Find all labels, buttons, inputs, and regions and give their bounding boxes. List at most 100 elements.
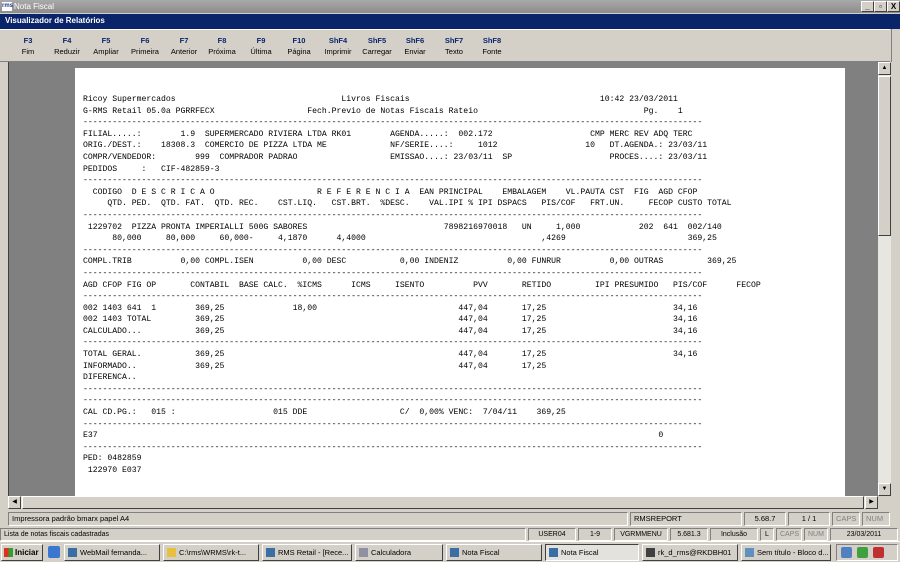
network-icon[interactable] (841, 547, 852, 558)
version-status: 5.681.3 (670, 528, 708, 541)
report-line: E37 0 (83, 431, 664, 441)
previous-page-button[interactable]: F7 Anterior (166, 36, 202, 58)
load-button[interactable]: ShF5 Carregar (359, 36, 395, 58)
report-line: CAL CD.PG.: 015 : 015 DDE C/ 0,00% VENC:… (83, 408, 566, 418)
scroll-up-icon[interactable]: ▲ (878, 62, 891, 75)
button-label: Reduzir (54, 47, 80, 56)
code-status: 1-9 (578, 528, 612, 541)
report-line: FILIAL.....: 1.9 SUPERMERCADO RIVIERA LT… (83, 129, 693, 139)
report-line: ----------------------------------------… (83, 384, 703, 394)
report-line: ----------------------------------------… (83, 419, 703, 429)
first-page-button[interactable]: F6 Primeira (127, 36, 163, 58)
rms-icon (549, 548, 558, 557)
report-page: Ricoy Supermercados Livros Fiscais 10:42… (75, 68, 845, 496)
report-line: AGD CFOP FIG OP CONTABIL BASE CALC. %ICM… (83, 280, 761, 290)
shield-icon[interactable] (873, 547, 884, 558)
button-label: Anterior (170, 47, 198, 56)
caps-indicator-main: CAPS (776, 528, 802, 541)
zoom-out-button[interactable]: F4 Reduzir (49, 36, 85, 58)
close-button[interactable]: X (887, 1, 900, 12)
scroll-down-icon[interactable]: ▼ (878, 483, 891, 496)
task-label: Sem título - Bloco d... (757, 548, 829, 557)
report-line: ----------------------------------------… (83, 176, 703, 186)
button-label: Enviar (404, 47, 426, 56)
report-line: 002 1403 641 1 369,25 18,00 447,04 17,25… (83, 303, 698, 313)
task-notepad[interactable]: Sem título - Bloco d... (741, 544, 831, 561)
caps-indicator: CAPS (832, 512, 860, 526)
key-label: F3 (23, 36, 33, 45)
next-page-button[interactable]: F8 Próxima (204, 36, 240, 58)
key-label: ShF7 (444, 36, 464, 45)
report-viewer[interactable]: Ricoy Supermercados Livros Fiscais 10:42… (8, 62, 891, 496)
report-line: ----------------------------------------… (83, 268, 703, 278)
viewer-title: Visualizador de Relatórios (5, 16, 105, 25)
button-label: Próxima (208, 47, 236, 56)
report-line: G-RMS Retail 05.0a PGRRFECX Fech.Previo … (83, 106, 683, 116)
main-status-bar: Lista de notas fiscais cadastradas USER0… (0, 528, 900, 541)
send-button[interactable]: ShF6 Enviar (397, 36, 433, 58)
scroll-left-icon[interactable]: ◀ (8, 496, 21, 509)
menu-status: VGRMMENU (614, 528, 668, 541)
report-line: COMPR/VENDEDOR: 999 COMPRADOR PADRAO EMI… (83, 152, 708, 162)
security-icon[interactable] (857, 547, 868, 558)
status-message: Lista de notas fiscais cadastradas (0, 528, 526, 541)
task-folder[interactable]: C:\rms\WRMS\rk-t... (163, 544, 259, 561)
windows-flag-icon (4, 548, 13, 557)
report-name: RMSREPORT (630, 512, 742, 526)
report-line: ----------------------------------------… (83, 118, 703, 128)
report-line: ----------------------------------------… (83, 338, 703, 348)
end-button[interactable]: F3 Fim (10, 36, 46, 58)
terminal-icon (646, 548, 655, 557)
viewer-header: Visualizador de Relatórios (0, 14, 900, 29)
maximize-button[interactable]: ▫ (874, 1, 887, 12)
report-line: ----------------------------------------… (83, 442, 703, 452)
button-label: Fim (21, 47, 35, 56)
viewer-status-bar: Impressora padrão bmarx papel A4 RMSREPO… (8, 511, 891, 527)
print-button[interactable]: ShF4 Imprimir (320, 36, 356, 58)
scroll-thumb[interactable] (878, 76, 891, 236)
task-label: C:\rms\WRMS\rk-t... (179, 548, 247, 557)
task-nota-fiscal-2[interactable]: Nota Fiscal (545, 544, 639, 561)
task-database[interactable]: rk_d_rms@RKDBH01 (642, 544, 738, 561)
taskbar: Iniciar WebMail fernanda... C:\rms\WRMS\… (0, 541, 900, 562)
system-tray (836, 544, 898, 561)
report-line: ORIG./DEST.: 18308.3 COMERCIO DE PIZZA L… (83, 141, 708, 151)
side-panel-edge (891, 29, 900, 62)
report-line: 1229702 PIZZA PRONTA IMPERIALLI 500G SAB… (83, 222, 722, 232)
minimize-button[interactable]: _ (861, 1, 874, 12)
task-calculator[interactable]: Calculadora (355, 544, 443, 561)
key-label: ShF4 (328, 36, 348, 45)
task-webmail[interactable]: WebMail fernanda... (64, 544, 160, 561)
last-page-button[interactable]: F9 Última (243, 36, 279, 58)
ie-icon[interactable] (48, 546, 60, 558)
page-count: 1 / 1 (788, 512, 830, 526)
calculator-icon (359, 548, 368, 557)
report-line: CODIGO D E S C R I C A O R E F E R E N C… (83, 187, 698, 197)
report-line: DIFERENCA.. (83, 373, 137, 383)
text-button[interactable]: ShF7 Texto (436, 36, 472, 58)
viewer-version: 5.68.7 (744, 512, 786, 526)
task-label: WebMail fernanda... (80, 548, 147, 557)
browser-icon (68, 548, 77, 557)
key-label: F4 (62, 36, 72, 45)
scroll-thumb-horizontal[interactable] (22, 496, 864, 509)
horizontal-scrollbar[interactable]: ◀ ▶ (8, 496, 878, 509)
vertical-scrollbar[interactable]: ▲ ▼ (878, 62, 891, 496)
page-button[interactable]: F10 Página (281, 36, 317, 58)
report-line: 122970 E037 (83, 466, 142, 475)
task-label: Nota Fiscal (561, 548, 599, 557)
button-label: Fonte (482, 47, 502, 56)
key-label: ShF6 (405, 36, 425, 45)
report-line: COMPL.TRIB 0,00 COMPL.ISEN 0,00 DESC 0,0… (83, 257, 737, 267)
key-label: F9 (256, 36, 266, 45)
key-label: F6 (140, 36, 150, 45)
l-indicator: L (760, 528, 774, 541)
task-rms-retail[interactable]: RMS Retail - [Rece... (262, 544, 352, 561)
task-nota-fiscal-1[interactable]: Nota Fiscal (446, 544, 542, 561)
start-button[interactable]: Iniciar (1, 544, 43, 561)
report-line: ----------------------------------------… (83, 245, 703, 255)
font-button[interactable]: ShF8 Fonte (474, 36, 510, 58)
zoom-in-button[interactable]: F5 Ampliar (88, 36, 124, 58)
report-line: 80,000 80,000 60,000- 4,1870 4,4000 ,426… (83, 234, 717, 244)
scroll-right-icon[interactable]: ▶ (865, 496, 878, 509)
